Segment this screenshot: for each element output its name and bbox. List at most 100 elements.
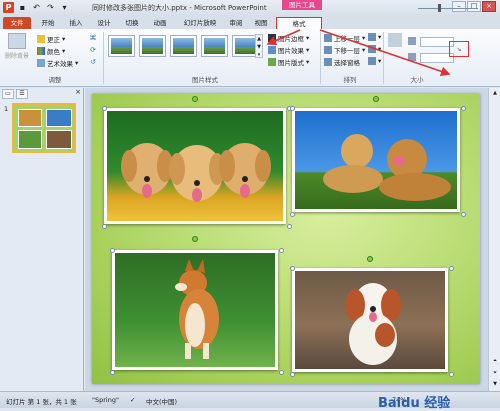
send-backward-button[interactable]: 下移一层 ▾ [324, 45, 365, 55]
close-button[interactable]: × [482, 1, 496, 12]
powerpoint-logo-icon[interactable]: P [3, 2, 14, 13]
artistic-effects-label: 艺术效果 [47, 60, 73, 68]
scroll-prev-slide-icon[interactable]: ⏶ [491, 358, 499, 367]
styles-gallery-scroll[interactable]: ▲ ▼ ▾ [255, 34, 263, 58]
language[interactable]: 中文(中国) [146, 396, 177, 406]
rotation-handle[interactable] [373, 96, 379, 102]
slide[interactable] [92, 94, 480, 384]
divider [103, 32, 104, 84]
layout-icon [268, 58, 276, 66]
resize-handle[interactable] [449, 266, 454, 271]
undo-icon[interactable]: ↶ [31, 2, 42, 13]
resize-handle[interactable] [110, 248, 115, 253]
crop-button[interactable] [388, 33, 402, 47]
resize-handle[interactable] [290, 266, 295, 271]
zoom-slider-thumb[interactable] [438, 4, 441, 12]
tab-slideshow[interactable]: 幻灯片放映 [178, 17, 222, 29]
width-icon [408, 53, 416, 61]
tab-animations[interactable]: 动画 [150, 17, 170, 29]
group-icon[interactable]: ▾ [368, 45, 381, 53]
selection-pane-button[interactable]: 选择窗格 [324, 57, 360, 67]
rotate-icon[interactable]: ▾ [368, 57, 381, 65]
redo-icon[interactable]: ↷ [45, 2, 56, 13]
size-group-label: 大小 [410, 76, 424, 84]
arrange-group-label: 排列 [343, 76, 357, 84]
tab-view[interactable]: 视图 [250, 17, 272, 29]
picture-style-thumb[interactable] [108, 35, 135, 57]
photo-shiba[interactable] [112, 250, 278, 370]
vertical-scrollbar[interactable]: ▲ ⏶ ⏷ ▼ [488, 88, 500, 391]
align-icon[interactable]: ▾ [368, 33, 381, 41]
slide-info: 幻灯片 第 1 张，共 1 张 [6, 398, 77, 406]
close-pane-icon[interactable]: × [75, 88, 81, 96]
zoom-slider[interactable] [418, 8, 478, 9]
minimize-button[interactable]: – [452, 1, 466, 12]
picture-layout-button[interactable]: 图片版式 ▾ [268, 57, 309, 67]
resize-handle[interactable] [290, 212, 295, 217]
resize-handle[interactable] [449, 372, 454, 377]
customize-qat-icon[interactable]: ▾ [59, 2, 70, 13]
resize-handle[interactable] [102, 224, 107, 229]
artistic-effects-button[interactable]: 艺术效果 ▾ [37, 58, 78, 68]
picture-border-label: 图片边框 [278, 35, 304, 43]
shiba-image [175, 259, 219, 359]
tab-design[interactable]: 设计 [94, 17, 114, 29]
color-button[interactable]: 颜色 ▾ [37, 46, 65, 56]
tab-file[interactable]: 文件 [3, 17, 31, 29]
scroll-next-slide-icon[interactable]: ⏷ [491, 370, 499, 379]
puppies-image [121, 143, 271, 202]
rotation-handle[interactable] [192, 236, 198, 242]
resize-handle[interactable] [461, 212, 466, 217]
photo-spaniel[interactable] [292, 268, 448, 372]
baidu-watermark: Baidu 经验 [378, 396, 451, 411]
tab-insert[interactable]: 插入 [66, 17, 86, 29]
rotation-handle[interactable] [367, 256, 373, 262]
resize-handle[interactable] [279, 248, 284, 253]
resize-handle[interactable] [279, 370, 284, 375]
resize-handle[interactable] [290, 372, 295, 377]
effects-icon [268, 46, 276, 54]
corrections-button[interactable]: 更正 ▾ [37, 34, 65, 44]
resize-handle[interactable] [102, 106, 107, 111]
bring-forward-button[interactable]: 上移一层 ▾ [324, 33, 365, 43]
slides-pane: ▭ ☰ × 1 [0, 88, 84, 391]
photo-puppies[interactable] [104, 108, 286, 224]
save-icon[interactable]: ▪ [17, 2, 28, 13]
theme-name[interactable]: "Spring" [92, 396, 119, 404]
resize-handle[interactable] [461, 106, 466, 111]
reset-picture-icon[interactable]: ↺ [88, 58, 98, 67]
adjust-group-label: 调整 [48, 76, 62, 84]
rotation-handle[interactable] [192, 96, 198, 102]
resize-handle[interactable] [287, 224, 292, 229]
pane-tabs: ▭ ☰ [2, 89, 82, 100]
slides-tab[interactable]: ▭ [2, 89, 14, 99]
spellcheck-icon[interactable]: ✓ [130, 396, 135, 404]
thumb-photo [18, 130, 42, 149]
picture-border-button[interactable]: 图片边框 ▾ [268, 33, 309, 43]
scroll-down-icon[interactable]: ▼ [491, 381, 499, 390]
thumb-photo [18, 109, 42, 127]
window-title: 同时修改多张图片的大小.pptx - Microsoft PowerPoint [92, 4, 267, 12]
tab-transitions[interactable]: 切换 [122, 17, 142, 29]
compress-pictures-icon[interactable]: ⌘ [88, 34, 98, 43]
picture-style-thumb[interactable] [139, 35, 166, 57]
send-backward-label: 下移一层 [334, 47, 360, 55]
picture-style-thumb[interactable] [201, 35, 228, 57]
divider [383, 32, 384, 84]
outline-tab[interactable]: ☰ [16, 89, 28, 99]
photo-two-dogs[interactable] [292, 108, 460, 212]
slide-thumbnail[interactable] [12, 103, 76, 153]
picture-effects-button[interactable]: 图片效果 ▾ [268, 45, 309, 55]
tab-format[interactable]: 格式 [276, 17, 322, 29]
bring-forward-label: 上移一层 [334, 35, 360, 43]
remove-background-button[interactable]: 删除背景 [4, 33, 30, 60]
tab-home[interactable]: 开始 [38, 17, 58, 29]
tab-review[interactable]: 审阅 [226, 17, 246, 29]
thumb-photo [46, 130, 72, 149]
change-picture-icon[interactable]: ⟳ [88, 46, 98, 55]
scroll-up-icon[interactable]: ▲ [491, 90, 499, 99]
resize-handle[interactable] [110, 370, 115, 375]
picture-style-thumb[interactable] [170, 35, 197, 57]
maximize-button[interactable]: □ [467, 1, 481, 12]
resize-handle[interactable] [290, 106, 295, 111]
